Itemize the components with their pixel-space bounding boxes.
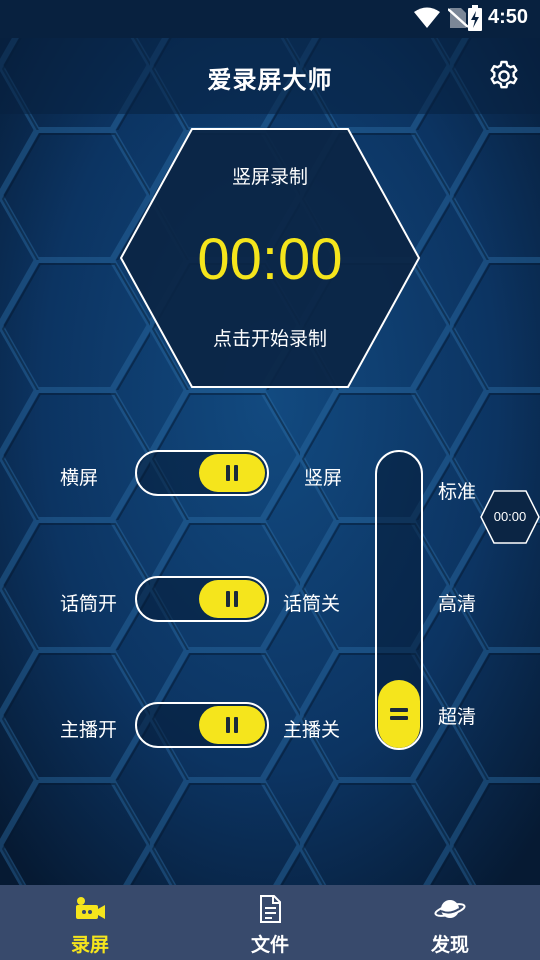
app-header: 爱录屏大师 xyxy=(0,38,540,114)
nav-tab-record[interactable]: 录屏 xyxy=(0,885,180,960)
wifi-icon xyxy=(414,7,440,28)
streamer-off-label: 主播关 xyxy=(283,719,341,741)
start-recording-hint: 点击开始录制 xyxy=(212,328,327,350)
microphone-switch[interactable] xyxy=(135,576,269,622)
record-timer-button[interactable]: 竖屏录制 00:00 点击开始录制 xyxy=(120,128,420,388)
quality-option-hd[interactable]: 高清 xyxy=(438,589,476,616)
landscape-label: 横屏 xyxy=(60,467,99,489)
gear-icon[interactable] xyxy=(488,60,520,92)
streamer-switch[interactable] xyxy=(135,702,269,748)
nav-label-record: 录屏 xyxy=(70,934,109,956)
status-time: 4:50 xyxy=(487,6,528,28)
quality-slider-handle[interactable] xyxy=(378,680,420,748)
streamer-on-label: 主播开 xyxy=(60,719,118,741)
portrait-label: 竖屏 xyxy=(304,467,343,489)
timer-display: 00:00 xyxy=(197,227,343,292)
switch-knob[interactable] xyxy=(199,454,265,492)
nav-label-discover: 发现 xyxy=(430,934,469,956)
nav-tab-files[interactable]: 文件 xyxy=(180,885,360,960)
mic-on-label: 话筒开 xyxy=(60,593,118,615)
recording-mode-label: 竖屏录制 xyxy=(231,166,308,188)
bottom-navigation: 录屏 文件 发现 xyxy=(0,885,540,960)
orientation-switch[interactable] xyxy=(135,450,269,496)
quality-option-standard[interactable]: 标准 xyxy=(438,477,476,504)
app-title: 爱录屏大师 xyxy=(207,66,333,94)
nav-label-files: 文件 xyxy=(250,934,289,956)
no-sim-icon xyxy=(448,8,468,28)
floating-timer-widget[interactable]: 00:00 xyxy=(480,490,540,544)
floating-timer-text: 00:00 xyxy=(493,509,527,524)
status-bar: 4:50 xyxy=(0,0,540,38)
mic-off-label: 话筒关 xyxy=(283,593,341,615)
planet-icon xyxy=(434,900,466,918)
camera-icon xyxy=(76,897,105,919)
document-icon xyxy=(260,895,281,923)
switch-knob[interactable] xyxy=(199,580,265,618)
switch-knob[interactable] xyxy=(199,706,265,744)
quality-option-ultra-hd[interactable]: 超清 xyxy=(438,702,476,729)
battery-charging-icon xyxy=(468,5,482,31)
nav-tab-discover[interactable]: 发现 xyxy=(360,885,540,960)
